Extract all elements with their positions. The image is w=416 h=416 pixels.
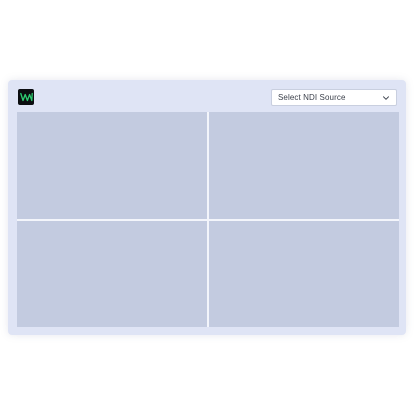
ndi-source-select[interactable]: Select NDI Source xyxy=(271,89,397,106)
vw-logo-icon xyxy=(19,92,33,102)
video-tile-bottom-left[interactable] xyxy=(17,220,207,327)
video-tile-top-right[interactable] xyxy=(209,112,399,219)
chevron-down-icon xyxy=(383,96,389,100)
ndi-source-select-label: Select NDI Source xyxy=(278,93,346,102)
app-logo xyxy=(18,89,34,105)
video-tile-top-left[interactable] xyxy=(17,112,207,219)
video-grid xyxy=(17,112,399,327)
video-tile-bottom-right[interactable] xyxy=(209,220,399,327)
app-window: Select NDI Source xyxy=(8,80,406,335)
